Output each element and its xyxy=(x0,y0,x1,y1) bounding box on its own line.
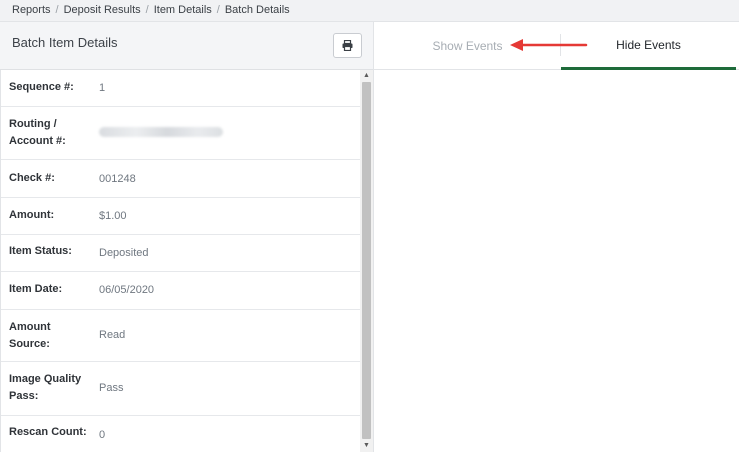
detail-value: 1 xyxy=(99,82,106,94)
details-list: Sequence #: 1 Routing / Account #: Check… xyxy=(0,70,360,452)
detail-label: Item Date: xyxy=(9,283,63,295)
annotation-arrow-icon xyxy=(510,39,588,51)
scroll-thumb[interactable] xyxy=(362,82,371,439)
detail-label: Amount Source: xyxy=(9,321,51,350)
breadcrumb-separator: / xyxy=(216,4,220,16)
batch-item-details-panel: Batch Item Details Sequence #: 1 Routing… xyxy=(0,22,374,452)
events-tabs: Show Events Hide Events xyxy=(374,22,739,70)
print-button[interactable] xyxy=(333,33,362,58)
detail-label: Routing / Account #: xyxy=(9,118,66,147)
panel-header: Batch Item Details xyxy=(0,22,373,70)
breadcrumb-batch-details: Batch Details xyxy=(224,4,290,16)
detail-value: Pass xyxy=(99,382,124,394)
printer-icon xyxy=(342,40,353,51)
detail-label: Amount: xyxy=(9,209,55,221)
detail-row-image-quality: Image Quality Pass: Pass xyxy=(1,362,360,416)
breadcrumb-separator: / xyxy=(55,4,59,16)
scroll-down-arrow-icon[interactable]: ▼ xyxy=(360,440,373,452)
detail-row-item-status: Item Status: Deposited xyxy=(1,235,360,272)
detail-row-check: Check #: 001248 xyxy=(1,160,360,198)
detail-row-sequence: Sequence #: 1 xyxy=(1,70,360,107)
events-panel: Show Events Hide Events xyxy=(374,22,739,452)
breadcrumb-item-details[interactable]: Item Details xyxy=(154,4,212,16)
detail-value: 0 xyxy=(99,429,106,441)
breadcrumb-separator: / xyxy=(145,4,149,16)
redacted-account-number xyxy=(99,127,223,137)
detail-value: $1.00 xyxy=(99,210,127,222)
detail-value: Deposited xyxy=(99,247,149,259)
detail-row-rescan-count: Rescan Count: 0 xyxy=(1,416,360,452)
detail-value: Read xyxy=(99,329,126,341)
detail-label: Rescan Count: xyxy=(9,426,87,438)
breadcrumb-reports[interactable]: Reports xyxy=(12,4,51,16)
detail-label: Sequence #: xyxy=(9,81,74,93)
detail-label: Check #: xyxy=(9,172,55,184)
detail-row-item-date: Item Date: 06/05/2020 xyxy=(1,272,360,310)
detail-row-routing-account: Routing / Account #: xyxy=(1,107,360,160)
detail-label: Item Status: xyxy=(9,245,72,257)
detail-label: Image Quality Pass: xyxy=(9,373,82,402)
details-scrollbar[interactable]: ▲ ▼ xyxy=(360,70,373,452)
breadcrumb: Reports / Deposit Results / Item Details / Bat… xyxy=(0,0,739,22)
detail-value: 001248 xyxy=(99,173,136,185)
panel-title: Batch Item Details xyxy=(12,35,118,50)
detail-row-amount: Amount: $1.00 xyxy=(1,198,360,235)
breadcrumb-deposit-results[interactable]: Deposit Results xyxy=(64,4,141,16)
detail-row-amount-source: Amount Source: Read xyxy=(1,310,360,362)
detail-value: 06/05/2020 xyxy=(99,284,155,296)
scroll-up-arrow-icon[interactable]: ▲ xyxy=(360,70,373,82)
